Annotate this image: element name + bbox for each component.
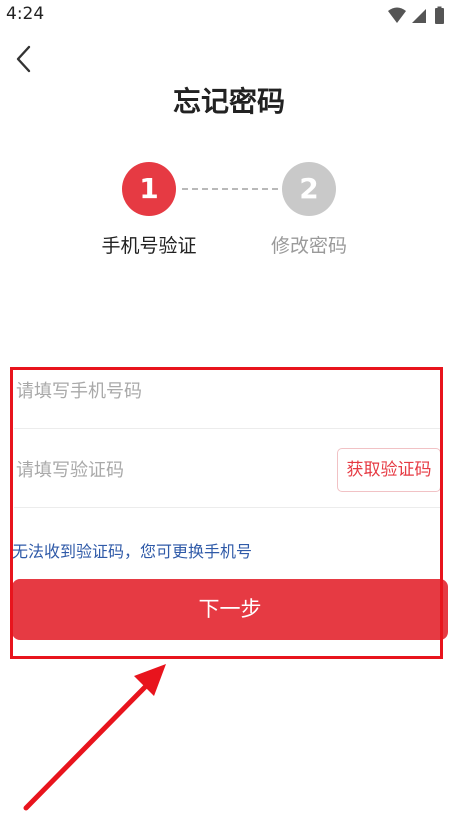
status-bar: 4:24 (0, 0, 458, 32)
annotation-arrow-head (134, 664, 166, 696)
status-time: 4:24 (6, 4, 45, 24)
step-connector (182, 188, 278, 190)
annotation-arrow-line (23, 679, 153, 811)
divider (14, 428, 440, 429)
step-2-label: 修改密码 (270, 235, 347, 257)
back-button[interactable] (10, 42, 40, 76)
next-step-button[interactable]: 下一步 (12, 579, 448, 640)
status-icons (388, 6, 444, 24)
chevron-left-icon (16, 45, 31, 73)
get-code-button[interactable]: 获取验证码 (337, 448, 441, 492)
battery-icon (435, 8, 444, 24)
wifi-icon (388, 7, 406, 23)
step-1-label: 手机号验证 (101, 235, 197, 257)
step-1-indicator: 1 (122, 162, 176, 216)
phone-input[interactable] (16, 376, 426, 406)
signal-icon (412, 9, 426, 23)
change-phone-link[interactable]: 无法收到验证码，您可更换手机号 (12, 538, 252, 562)
verification-code-input[interactable] (16, 455, 316, 485)
page-title: 忘记密码 (172, 85, 285, 118)
divider (14, 507, 440, 508)
step-2-indicator: 2 (282, 162, 336, 216)
annotation-arrow (23, 664, 166, 811)
